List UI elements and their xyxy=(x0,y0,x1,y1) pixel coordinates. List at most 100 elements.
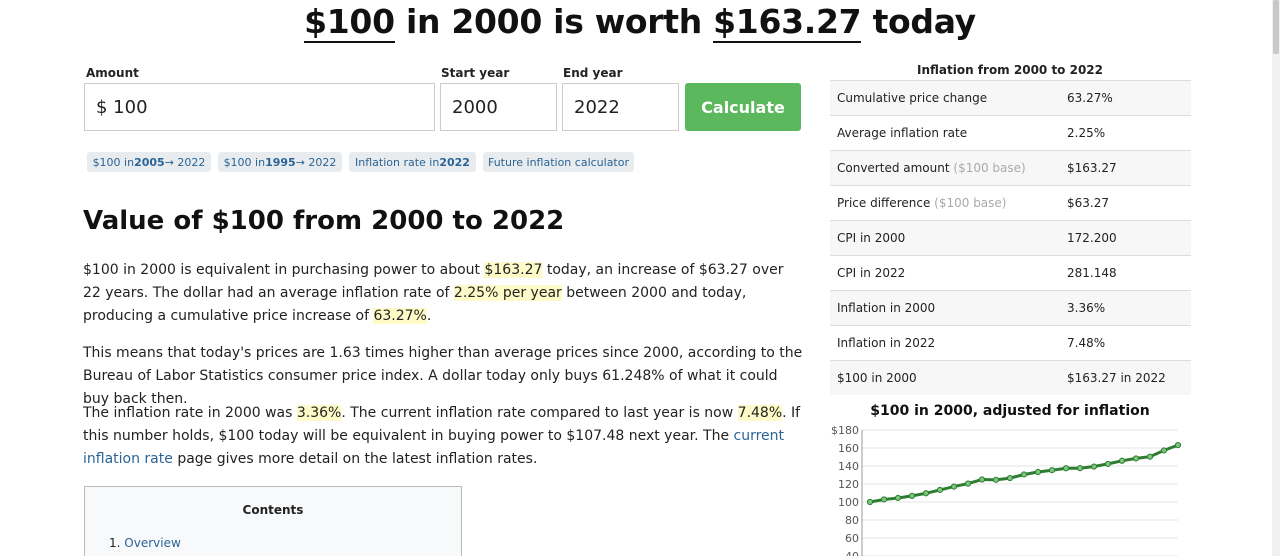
calculate-button[interactable]: Calculate xyxy=(685,83,801,131)
chip-year: 2005 xyxy=(134,155,165,169)
data-point[interactable] xyxy=(922,490,930,497)
table-row: $100 in 2000 $163.27 in 2022 xyxy=(830,360,1191,395)
row-value: $163.27 in 2022 xyxy=(1067,371,1166,385)
y-tick-label: 120 xyxy=(838,478,859,491)
paragraph-1: $100 in 2000 is equivalent in purchasing… xyxy=(83,259,803,328)
scrollbar-thumb[interactable] xyxy=(1273,0,1279,54)
p1-highlight: 2.25% per year xyxy=(453,285,562,301)
p3-highlight: 7.48% xyxy=(737,405,783,421)
paragraph-2: This means that today's prices are 1.63 … xyxy=(83,345,803,407)
row-key-text: Inflation in 2022 xyxy=(837,336,936,350)
data-point[interactable] xyxy=(1048,467,1056,474)
data-point[interactable] xyxy=(908,492,916,499)
data-point[interactable] xyxy=(1090,463,1098,470)
y-tick-label: 80 xyxy=(845,514,859,527)
data-point[interactable] xyxy=(1160,447,1168,454)
contents-item: 1. Overview xyxy=(109,536,181,550)
data-point[interactable] xyxy=(1062,465,1070,472)
row-key: CPI in 2022 xyxy=(837,266,905,280)
row-key: Inflation in 2000 xyxy=(837,301,935,315)
page-scrollbar[interactable] xyxy=(1272,0,1280,556)
contents-box: Contents 1. Overview xyxy=(84,486,462,556)
row-value: 63.27% xyxy=(1067,91,1113,105)
table-row: CPI in 2000 172.200 xyxy=(830,220,1191,255)
data-point[interactable] xyxy=(964,480,972,487)
contents-overview-link[interactable]: Overview xyxy=(124,536,181,550)
data-point[interactable] xyxy=(1146,453,1154,460)
data-point[interactable] xyxy=(936,486,944,494)
table-row: CPI in 2022 281.148 xyxy=(830,255,1191,290)
data-point[interactable] xyxy=(1174,441,1182,449)
row-key-muted: ($100 base) xyxy=(953,161,1026,175)
table-row: Inflation in 2000 3.36% xyxy=(830,290,1191,325)
row-key-text: Price difference xyxy=(837,196,935,210)
row-value: 172.200 xyxy=(1067,231,1117,245)
start-year-label: Start year xyxy=(441,66,510,80)
data-point[interactable] xyxy=(1034,468,1042,476)
headline-middle: in 2000 is worth xyxy=(405,2,702,41)
y-tick-label: 60 xyxy=(845,532,859,545)
chip-suffix: → 2022 xyxy=(164,155,206,169)
p3-highlight: 3.36% xyxy=(296,405,342,421)
chip-text: $100 in xyxy=(223,155,266,169)
row-value: 2.25% xyxy=(1067,126,1106,140)
table-row: Cumulative price change 63.27% xyxy=(830,80,1191,115)
chip-inflation-rate[interactable]: Inflation rate in 2022 xyxy=(349,152,476,172)
worth-link[interactable]: $163.27 xyxy=(713,2,862,43)
row-key: CPI in 2000 xyxy=(837,231,905,245)
row-key: Average inflation rate xyxy=(837,126,967,140)
y-tick-label: 160 xyxy=(838,442,859,455)
amount-link[interactable]: $100 xyxy=(304,2,395,43)
table-title: Inflation from 2000 to 2022 xyxy=(916,63,1103,77)
data-point[interactable] xyxy=(1118,457,1126,464)
data-point[interactable] xyxy=(1006,474,1014,482)
p3-text: . The current inflation rate compared to… xyxy=(341,405,738,421)
row-key-text: Average inflation rate xyxy=(837,126,968,140)
row-key-text: CPI in 2022 xyxy=(837,266,906,280)
y-tick-label: $180 xyxy=(831,424,859,437)
data-point[interactable] xyxy=(880,496,888,503)
row-value: $63.27 xyxy=(1067,196,1109,210)
start-year-input[interactable]: 2000 xyxy=(440,83,557,131)
p3-text: page gives more detail on the latest inf… xyxy=(172,451,538,467)
end-year-input[interactable]: 2022 xyxy=(562,83,679,131)
y-tick-label: 40 xyxy=(845,550,859,556)
amount-input[interactable]: $ 100 xyxy=(84,83,435,131)
row-key: $100 in 2000 xyxy=(837,371,917,385)
chip-suffix: → 2022 xyxy=(295,155,337,169)
p1-text: $100 in 2000 is equivalent in purchasing… xyxy=(83,262,485,278)
table-row: Inflation in 2022 7.48% xyxy=(830,325,1191,360)
data-point[interactable] xyxy=(978,476,986,483)
row-value: 7.48% xyxy=(1067,336,1106,350)
data-point[interactable] xyxy=(950,483,958,490)
p1-text: . xyxy=(426,308,432,324)
row-value: 281.148 xyxy=(1067,266,1117,280)
chip-text: Future inflation calculator xyxy=(487,155,630,169)
inflation-line-chart: $180 160 140 120 100 80 60 40 xyxy=(831,424,1182,556)
chip-year: 2022 xyxy=(439,155,470,169)
chip-text: $100 in xyxy=(92,155,135,169)
inflation-summary-table: Cumulative price change 63.27% Average in… xyxy=(830,80,1191,395)
chip-1995[interactable]: $100 in 1995 → 2022 xyxy=(218,152,342,172)
data-point[interactable] xyxy=(1076,465,1084,472)
y-tick-label: 100 xyxy=(838,496,859,509)
row-key-muted: ($100 base) xyxy=(934,196,1007,210)
row-key: Inflation in 2022 xyxy=(837,336,935,350)
row-key: Price difference ($100 base) xyxy=(837,196,1006,210)
chip-2005[interactable]: $100 in 2005 → 2022 xyxy=(87,152,211,172)
data-point[interactable] xyxy=(992,476,1000,483)
page-headline: $100 in 2000 is worth $163.27 today xyxy=(0,2,1280,43)
headline-suffix: today xyxy=(872,2,977,41)
data-point[interactable] xyxy=(1020,471,1028,478)
chip-future-calculator[interactable]: Future inflation calculator xyxy=(483,152,634,172)
data-point[interactable] xyxy=(1132,455,1140,462)
row-key-text: $100 in 2000 xyxy=(837,371,917,385)
data-point[interactable] xyxy=(866,498,874,506)
data-point[interactable] xyxy=(1104,460,1112,468)
table-row: Converted amount ($100 base) $163.27 xyxy=(830,150,1191,185)
row-value: $163.27 xyxy=(1067,161,1117,175)
data-point[interactable] xyxy=(894,494,902,502)
end-year-label: End year xyxy=(563,66,623,80)
contents-title: Contents xyxy=(242,503,304,517)
p1-highlight: $163.27 xyxy=(484,262,543,278)
